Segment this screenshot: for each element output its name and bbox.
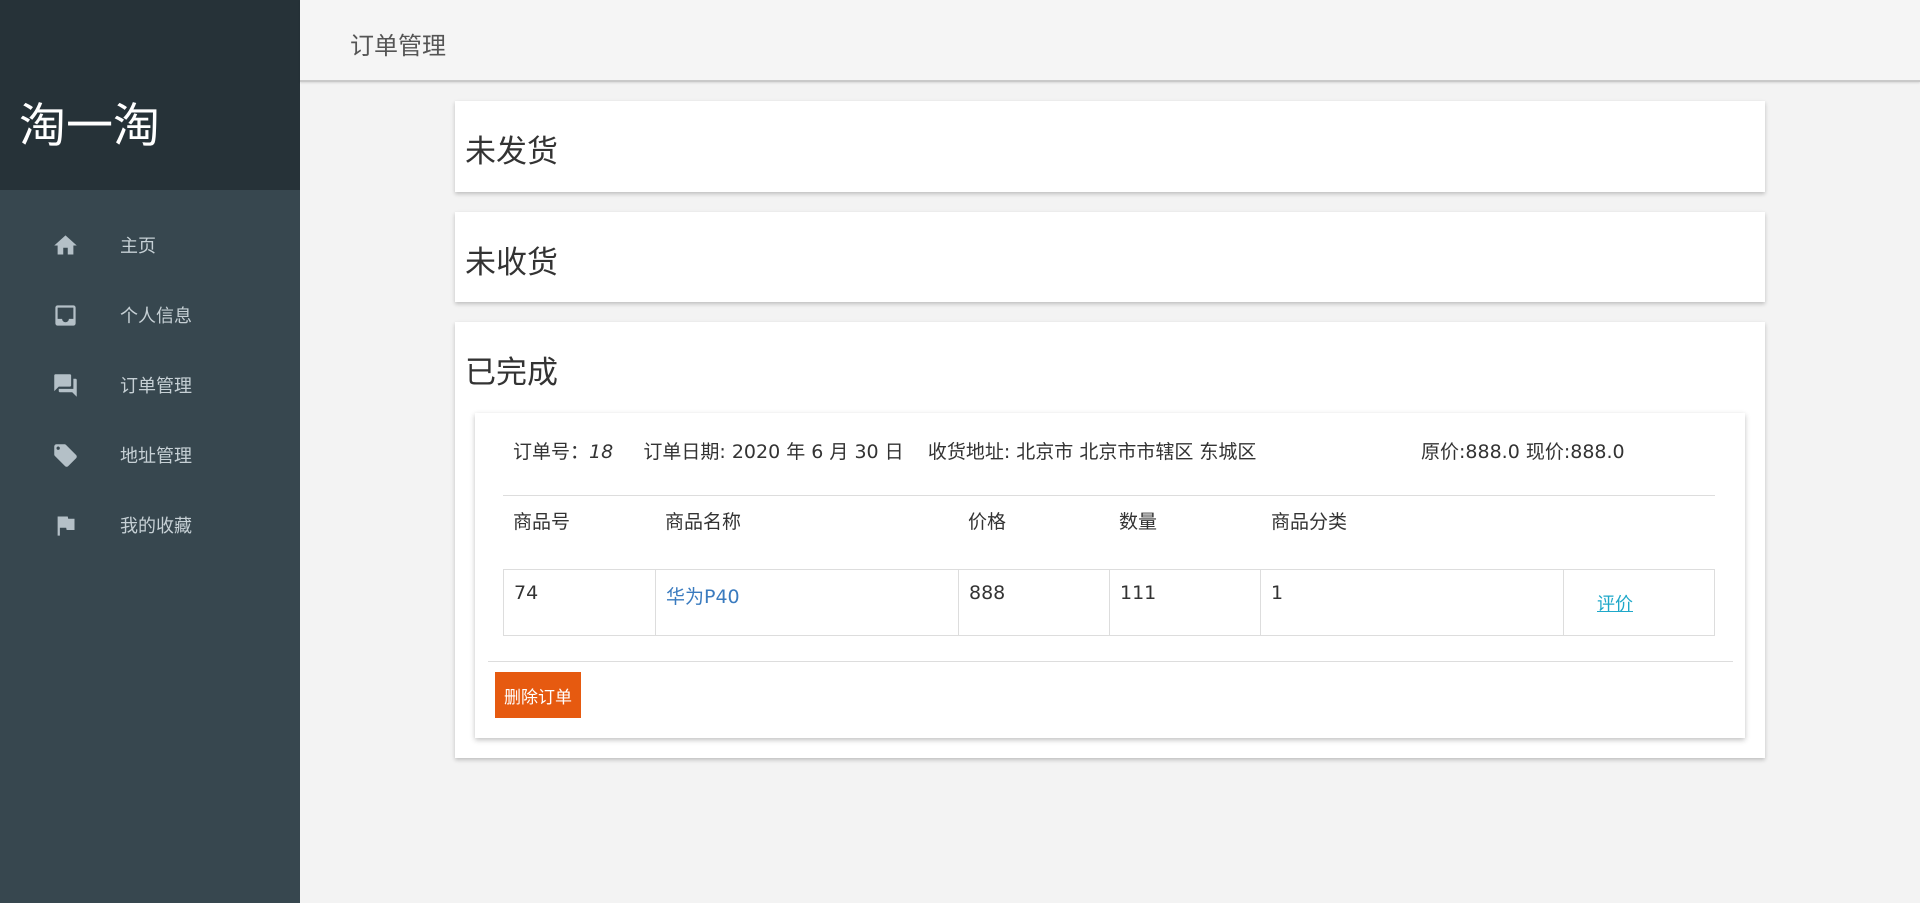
brand-header: 淘一淘: [0, 0, 300, 190]
sidebar-item-orders[interactable]: 订单管理: [0, 350, 300, 420]
column-header: 商品号: [513, 511, 571, 533]
order-address: 收货地址: 北京市 北京市市辖区 东城区: [927, 441, 1257, 463]
section-completed: 已完成 订单号：18 订单日期: 2020 年 6 月 30 日 收货地址: 北…: [455, 322, 1765, 758]
product-link[interactable]: 华为P40: [666, 586, 740, 608]
order-card: 订单号：18 订单日期: 2020 年 6 月 30 日 收货地址: 北京市 北…: [475, 413, 1745, 738]
column-header: 数量: [1119, 511, 1158, 533]
inbox-icon: [50, 300, 80, 330]
home-icon: [50, 230, 80, 260]
cell-product-name: 华为P40: [656, 570, 959, 635]
column-header: 商品分类: [1271, 511, 1348, 533]
divider: [488, 661, 1733, 662]
sidebar-item-label: 个人信息: [120, 306, 192, 327]
order-info: 订单号：18 订单日期: 2020 年 6 月 30 日 收货地址: 北京市 北…: [513, 437, 1256, 464]
cell-product-id: 74: [504, 570, 656, 635]
column-header: 商品名称: [665, 511, 742, 533]
column-header: 价格: [968, 511, 1007, 533]
cell-price: 888: [959, 570, 1110, 635]
cell-quantity: 111: [1110, 570, 1261, 635]
sidebar-item-profile[interactable]: 个人信息: [0, 280, 300, 350]
sidebar-item-favorites[interactable]: 我的收藏: [0, 490, 300, 560]
order-id-label: 订单号：: [513, 441, 590, 463]
section-unreceived[interactable]: 未收货: [455, 212, 1765, 302]
chat-icon: [50, 370, 80, 400]
cell-category: 1: [1261, 570, 1564, 635]
section-title: 未收货: [465, 245, 558, 281]
divider: [503, 495, 1715, 496]
sidebar: 淘一淘 主页 个人信息 订单管理 地址管理 我的收藏: [0, 0, 300, 903]
delete-order-button[interactable]: 删除订单: [495, 672, 581, 718]
sidebar-item-home[interactable]: 主页: [0, 210, 300, 280]
review-link[interactable]: 评价: [1597, 594, 1633, 615]
order-id: 18: [589, 441, 614, 463]
page-title: 订单管理: [350, 32, 446, 60]
sidebar-nav: 主页 个人信息 订单管理 地址管理 我的收藏: [0, 210, 300, 560]
sidebar-item-address[interactable]: 地址管理: [0, 420, 300, 490]
tag-icon: [50, 440, 80, 470]
sidebar-item-label: 订单管理: [120, 376, 192, 397]
sidebar-item-label: 主页: [120, 236, 156, 257]
cell-action: 评价: [1564, 570, 1714, 635]
brand-title: 淘一淘: [19, 99, 160, 154]
section-title: 已完成: [465, 355, 558, 391]
section-unshipped[interactable]: 未发货: [455, 101, 1765, 192]
flag-icon: [50, 510, 80, 540]
top-bar: 订单管理: [300, 0, 1920, 82]
table-row: 74 华为P40 888 111 1 评价: [503, 569, 1715, 636]
sidebar-item-label: 我的收藏: [120, 516, 192, 537]
order-price: 原价:888.0 现价:888.0: [1421, 441, 1625, 463]
table-header: 商品号 商品名称 价格 数量 商品分类: [503, 507, 1715, 537]
section-title: 未发货: [465, 134, 558, 170]
sidebar-item-label: 地址管理: [120, 446, 192, 467]
order-date: 订单日期: 2020 年 6 月 30 日: [643, 441, 904, 463]
